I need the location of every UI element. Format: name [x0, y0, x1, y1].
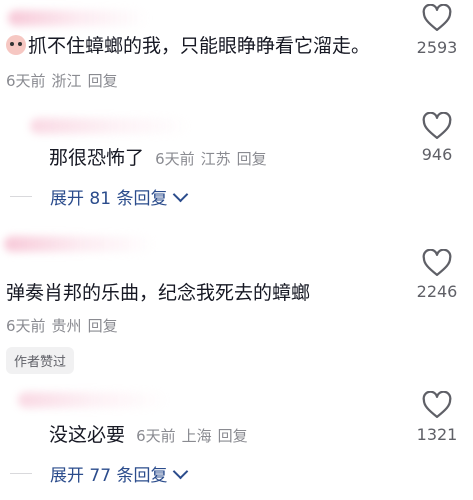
expand-replies-label: 展开 81 条回复 — [50, 189, 168, 209]
reply-button[interactable]: 回复 — [88, 317, 118, 335]
reply-button[interactable]: 回复 — [218, 427, 248, 445]
comment-4[interactable]: 没这必要 6天前 上海 回复 — [49, 422, 254, 448]
expand-divider — [10, 196, 32, 197]
like-heart-icon[interactable] — [422, 390, 452, 419]
reply-button[interactable]: 回复 — [88, 72, 118, 90]
redacted-username-3 — [4, 236, 154, 252]
comment-time: 6天前 — [155, 150, 195, 168]
comment-time: 6天前 — [6, 317, 46, 335]
like-count: 946 — [421, 145, 453, 164]
comment-text: 弹奏肖邦的乐曲，纪念我死去的蟑螂 — [6, 282, 311, 304]
comment-text: 那很恐怖了 — [49, 147, 145, 169]
comment-text: 抓不住蟑螂的我，只能眼睁睁看它溜走。 — [28, 35, 371, 57]
like-count: 1321 — [416, 425, 458, 444]
crying-face-emoji — [6, 35, 26, 55]
comment-2[interactable]: 那很恐怖了 6天前 江苏 回复 — [49, 145, 273, 171]
chevron-down-icon — [173, 463, 189, 480]
comment-text: 没这必要 — [49, 424, 126, 446]
expand-replies-label: 展开 77 条回复 — [50, 466, 168, 486]
like-count: 2246 — [416, 282, 458, 301]
comment-location: 上海 — [181, 427, 212, 445]
comment-time: 6天前 — [6, 72, 46, 90]
like-heart-icon[interactable] — [422, 248, 452, 277]
redacted-username-1 — [8, 10, 148, 26]
expand-divider — [10, 473, 32, 474]
expand-replies-button[interactable]: 展开 81 条回复 — [50, 184, 189, 209]
comment-location: 贵州 — [51, 317, 82, 335]
comment-location: 浙江 — [51, 72, 82, 90]
reply-button[interactable]: 回复 — [237, 150, 267, 168]
redacted-username-2 — [30, 118, 190, 134]
comment-meta: 6天前 浙江 回复 — [6, 70, 124, 91]
expand-replies-button[interactable]: 展开 77 条回复 — [50, 461, 189, 486]
comment-time: 6天前 — [136, 427, 176, 445]
redacted-username-4 — [18, 392, 168, 408]
chevron-down-icon — [173, 186, 189, 203]
comment-meta: 6天前 贵州 回复 — [6, 315, 124, 336]
like-heart-icon[interactable] — [422, 111, 452, 140]
comment-1[interactable]: 抓不住蟑螂的我，只能眼睁睁看它溜走。 — [6, 33, 370, 59]
like-heart-icon[interactable] — [422, 3, 452, 32]
comment-location: 江苏 — [200, 150, 231, 168]
comment-3[interactable]: 弹奏肖邦的乐曲，纪念我死去的蟑螂 — [6, 280, 310, 306]
author-liked-badge: 作者赞过 — [6, 347, 75, 374]
like-count: 2593 — [416, 38, 458, 57]
